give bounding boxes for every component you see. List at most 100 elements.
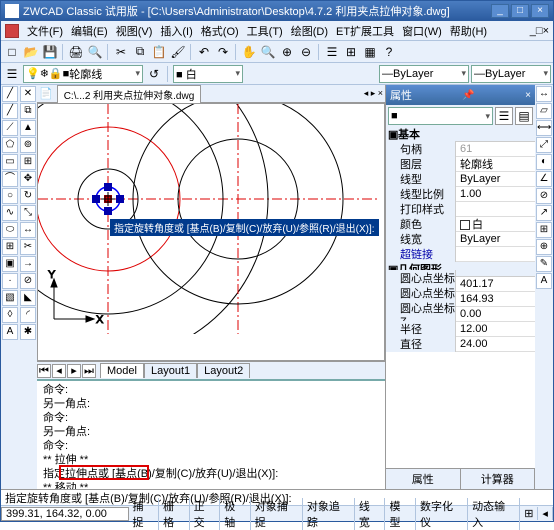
- dist-button[interactable]: ↔: [536, 86, 552, 102]
- chamfer-button[interactable]: ◣: [20, 290, 36, 306]
- dim-aligned-button[interactable]: ⤢: [536, 137, 552, 153]
- ellipse-button[interactable]: ⬭: [2, 222, 18, 238]
- arc-button[interactable]: ⌒: [2, 171, 18, 187]
- paste-button[interactable]: 📋: [150, 43, 168, 61]
- line-button[interactable]: ╱: [2, 86, 18, 102]
- menu-help[interactable]: 帮助(H): [446, 23, 491, 39]
- coord-readout[interactable]: 399.31, 164.32, 0.00: [1, 507, 129, 521]
- prop-close-button[interactable]: ×: [525, 90, 531, 101]
- spline-button[interactable]: ∿: [2, 205, 18, 221]
- close-button[interactable]: ×: [531, 4, 549, 18]
- break-button[interactable]: ⊘: [20, 273, 36, 289]
- move-button[interactable]: ✥: [20, 171, 36, 187]
- properties-button[interactable]: ☰: [323, 43, 341, 61]
- linetype-combo[interactable]: — ByLayer▾: [379, 65, 469, 83]
- dimedit-button[interactable]: ✎: [536, 256, 552, 272]
- zoom-window-button[interactable]: ⊕: [278, 43, 296, 61]
- tolerance-button[interactable]: ⊞: [536, 222, 552, 238]
- open-button[interactable]: 📂: [22, 43, 40, 61]
- dimstyle-button[interactable]: A: [536, 273, 552, 289]
- hatch-button[interactable]: ▧: [2, 290, 18, 306]
- property-grid[interactable]: ▣基本 句柄61 图层轮廓线 线型ByLayer 线型比例1.00 打印样式 颜…: [386, 127, 535, 468]
- rectangle-button[interactable]: ▭: [2, 154, 18, 170]
- drawing-canvas[interactable]: YX 指定旋转角度或 [基点(B)/复制(C)/放弃(U)/参照(R)/退出(X…: [37, 103, 385, 361]
- menu-window[interactable]: 窗口(W): [398, 23, 446, 39]
- menu-format[interactable]: 格式(O): [197, 23, 243, 39]
- polygon-button[interactable]: ⬠: [2, 137, 18, 153]
- menu-file[interactable]: 文件(F): [23, 23, 67, 39]
- command-window[interactable]: 命令: 另一角点: 命令: 另一角点: 命令: ** 拉伸 ** 指定拉伸点或 …: [37, 379, 385, 489]
- menu-et[interactable]: ET扩展工具: [332, 23, 398, 39]
- extend-button[interactable]: →: [20, 256, 36, 272]
- matchprop-button[interactable]: 🖌: [169, 43, 187, 61]
- mtab-next[interactable]: ▸: [67, 364, 81, 378]
- color-combo[interactable]: ■ 白▾: [173, 65, 243, 83]
- region-button[interactable]: ◊: [2, 307, 18, 323]
- app-menu-icon[interactable]: [5, 24, 19, 38]
- qselect-button[interactable]: ☰: [495, 107, 513, 125]
- menu-edit[interactable]: 编辑(E): [67, 23, 112, 39]
- zoom-rt-button[interactable]: 🔍: [259, 43, 277, 61]
- osnap-toggle[interactable]: 对象捕捉: [251, 498, 303, 530]
- block-button[interactable]: ▣: [2, 256, 18, 272]
- erase-button[interactable]: ✕: [20, 86, 36, 102]
- lwt-toggle[interactable]: 线宽: [355, 498, 386, 530]
- offset-button[interactable]: ⊚: [20, 137, 36, 153]
- stretch-button[interactable]: ↔: [20, 222, 36, 238]
- array-button[interactable]: ⊞: [20, 154, 36, 170]
- mtab-last[interactable]: ⏭: [82, 364, 96, 378]
- new-button[interactable]: □: [3, 43, 21, 61]
- polar-toggle[interactable]: 极轴: [220, 498, 251, 530]
- insert-button[interactable]: ⊞: [2, 239, 18, 255]
- menu-insert[interactable]: 插入(I): [156, 23, 196, 39]
- prop-tab-props[interactable]: 属性: [386, 469, 461, 489]
- doc-restore-button[interactable]: □: [536, 25, 543, 37]
- circle-button[interactable]: ○: [2, 188, 18, 204]
- mtab-first[interactable]: ⏮: [37, 364, 51, 378]
- preview-button[interactable]: 🔍: [86, 43, 104, 61]
- maximize-button[interactable]: □: [511, 4, 529, 18]
- menu-tools[interactable]: 工具(T): [243, 23, 287, 39]
- redo-button[interactable]: ↷: [214, 43, 232, 61]
- xline-button[interactable]: ╱: [2, 103, 18, 119]
- snap-toggle[interactable]: 捕捉: [129, 498, 160, 530]
- help-button[interactable]: ?: [380, 43, 398, 61]
- print-button[interactable]: 🖨: [67, 43, 85, 61]
- scale-button[interactable]: ⤡: [20, 205, 36, 221]
- otrack-toggle[interactable]: 对象追踪: [303, 498, 355, 530]
- minimize-button[interactable]: _: [491, 4, 509, 18]
- dim-radius-button[interactable]: ◐: [536, 154, 552, 170]
- text-button[interactable]: A: [2, 324, 18, 340]
- tray-icon[interactable]: ⊞: [520, 507, 538, 520]
- doc-close-button[interactable]: ×: [543, 25, 549, 37]
- tab-layout1[interactable]: Layout1: [144, 363, 197, 378]
- selection-combo[interactable]: ■▾: [388, 107, 493, 125]
- menu-draw[interactable]: 绘图(D): [287, 23, 332, 39]
- pan-button[interactable]: ✋: [240, 43, 258, 61]
- doc-tab[interactable]: C:\...2 利用夹点拉伸对象.dwg: [57, 85, 202, 103]
- undo-button[interactable]: ↶: [195, 43, 213, 61]
- dim-diameter-button[interactable]: ⊘: [536, 188, 552, 204]
- explode-button[interactable]: ✱: [20, 324, 36, 340]
- copy-obj-button[interactable]: ⧉: [20, 103, 36, 119]
- dim-angular-button[interactable]: ∠: [536, 171, 552, 187]
- tab-model[interactable]: Model: [100, 363, 144, 378]
- copy-button[interactable]: ⧉: [131, 43, 149, 61]
- prop-tab-calc[interactable]: 计算器: [461, 469, 536, 489]
- trim-button[interactable]: ✂: [20, 239, 36, 255]
- prop-pin-button[interactable]: 📌: [462, 90, 474, 101]
- layer-combo[interactable]: 💡❄🔒■ 轮廓线▾: [23, 65, 143, 83]
- tray-arrow[interactable]: ◂: [538, 507, 553, 520]
- pickadd-button[interactable]: ▤: [515, 107, 533, 125]
- layer-manager-button[interactable]: ☰: [3, 65, 21, 83]
- grid-toggle[interactable]: 栅格: [159, 498, 190, 530]
- lineweight-combo[interactable]: — ByLayer▾: [471, 65, 551, 83]
- model-toggle[interactable]: 模型: [385, 498, 416, 530]
- menu-view[interactable]: 视图(V): [112, 23, 157, 39]
- doc-tab-nav[interactable]: ◂ ▸ ×: [364, 88, 383, 99]
- point-button[interactable]: ·: [2, 273, 18, 289]
- leader-button[interactable]: ↗: [536, 205, 552, 221]
- cyc-toggle[interactable]: 动态输入: [468, 498, 520, 530]
- dimcenter-button[interactable]: ⊕: [536, 239, 552, 255]
- mtab-prev[interactable]: ◂: [52, 364, 66, 378]
